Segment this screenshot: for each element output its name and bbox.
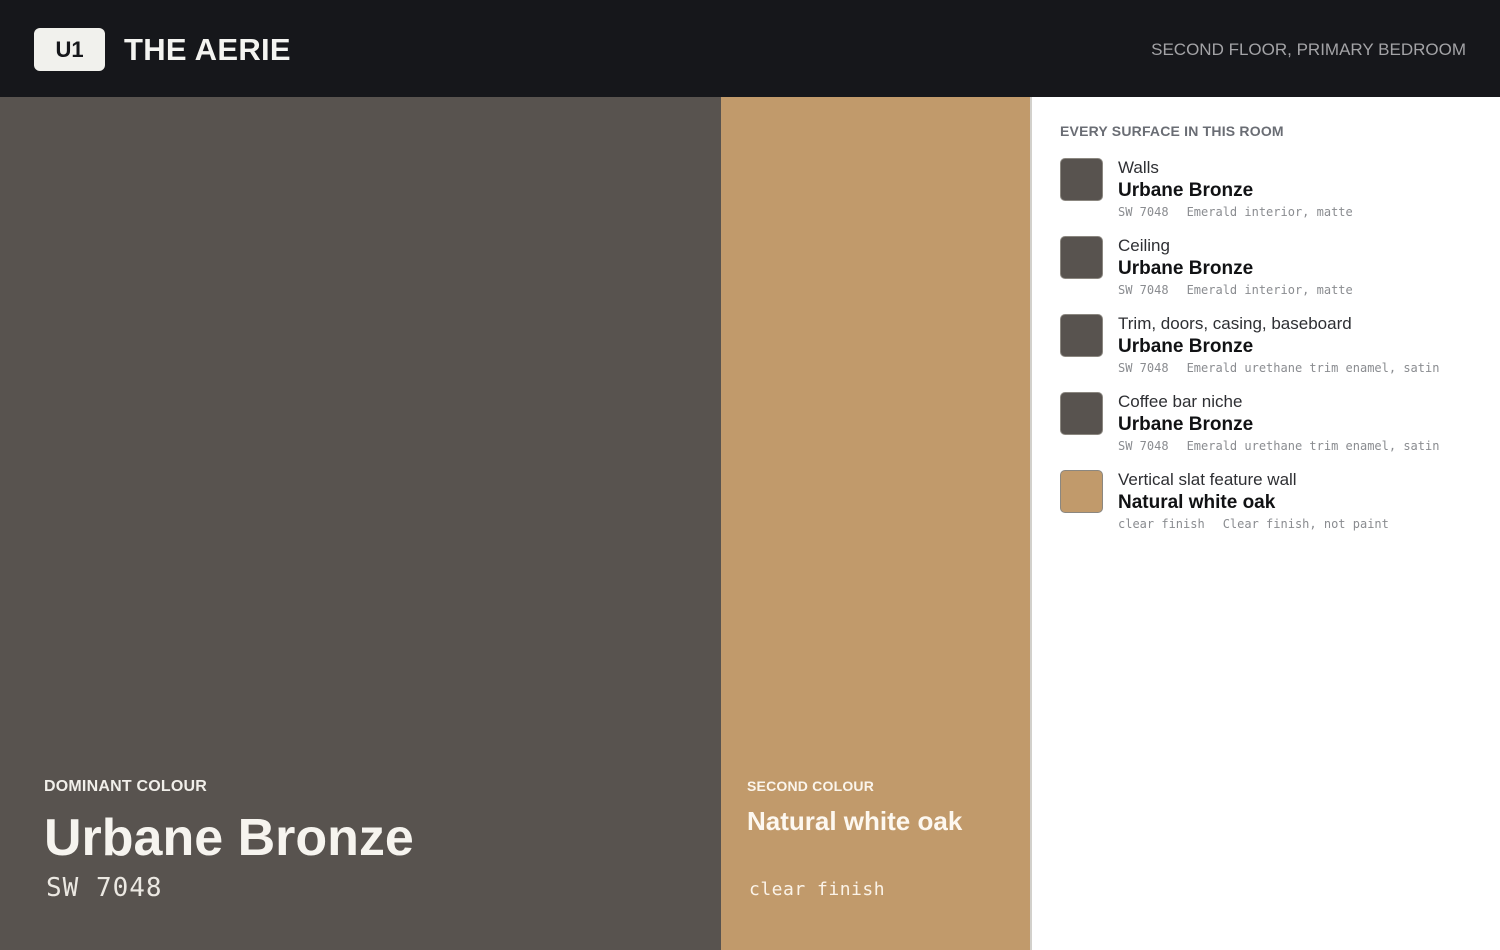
surface-colour-code: SW 7048: [1118, 205, 1169, 219]
header-bar: U1 THE AERIE SECOND FLOOR, PRIMARY BEDRO…: [0, 0, 1500, 97]
second-colour-label: SECOND COLOUR: [747, 778, 875, 794]
surface-colour-code: clear finish: [1118, 517, 1205, 531]
surface-colour-meta: SW 7048 Emerald interior, matte: [1118, 283, 1353, 297]
second-colour-panel: SECOND COLOUR Natural white oak clear fi…: [721, 97, 1030, 950]
unit-badge: U1: [34, 28, 105, 71]
colour-swatch: [1060, 392, 1103, 435]
surface-name: Walls: [1118, 158, 1159, 177]
surface-finish-spec: Emerald urethane trim enamel, satin: [1186, 439, 1440, 453]
surface-colour-name: Urbane Bronze: [1118, 180, 1254, 201]
surface-colour-meta: SW 7048 Emerald urethane trim enamel, sat…: [1118, 439, 1439, 453]
surface-row: Coffee bar niche Urbane Bronze SW 7048 Em…: [1060, 392, 1490, 462]
surface-colour-meta: SW 7048 Emerald urethane trim enamel, sat…: [1118, 361, 1439, 375]
surface-row: Walls Urbane Bronze SW 7048 Emerald inter…: [1060, 158, 1490, 228]
room-name: SECOND FLOOR, PRIMARY BEDROOM: [1151, 40, 1466, 59]
colour-swatch: [1060, 158, 1103, 201]
surface-name: Vertical slat feature wall: [1118, 470, 1297, 489]
dominant-colour-code: SW 7048: [46, 873, 163, 903]
surface-finish-spec: Emerald interior, matte: [1186, 205, 1353, 219]
surface-row: Vertical slat feature wall Natural white…: [1060, 470, 1490, 540]
surface-finish-spec: Emerald urethane trim enamel, satin: [1186, 361, 1440, 375]
second-colour-name: Natural white oak: [747, 806, 963, 836]
surface-name: Ceiling: [1118, 236, 1170, 255]
surface-row: Trim, doors, casing, baseboard Urbane Br…: [1060, 314, 1490, 384]
colour-swatch: [1060, 236, 1103, 279]
surface-finish-spec: Clear finish, not paint: [1222, 517, 1389, 531]
surface-colour-meta: clear finish Clear finish, not paint: [1118, 517, 1389, 531]
surface-colour-name: Urbane Bronze: [1118, 258, 1254, 279]
colour-swatch: [1060, 314, 1103, 357]
home-title: THE AERIE: [124, 32, 291, 67]
surface-finish-spec: Emerald interior, matte: [1186, 283, 1353, 297]
surface-list-heading: EVERY SURFACE IN THIS ROOM: [1060, 123, 1284, 139]
dominant-colour-panel: DOMINANT COLOUR Urbane Bronze SW 7048: [0, 97, 721, 950]
surface-colour-name: Natural white oak: [1118, 492, 1276, 513]
surface-name: Trim, doors, casing, baseboard: [1118, 314, 1352, 333]
panel-divider: [1030, 97, 1032, 950]
surface-colour-name: Urbane Bronze: [1118, 336, 1254, 357]
surface-colour-meta: SW 7048 Emerald interior, matte: [1118, 205, 1353, 219]
dominant-colour-name: Urbane Bronze: [44, 809, 414, 867]
second-colour-code: clear finish: [749, 879, 886, 900]
surface-colour-code: SW 7048: [1118, 439, 1169, 453]
surface-colour-code: SW 7048: [1118, 361, 1169, 375]
colour-swatch: [1060, 470, 1103, 513]
surface-name: Coffee bar niche: [1118, 392, 1243, 411]
dominant-colour-label: DOMINANT COLOUR: [44, 778, 207, 795]
surface-row: Ceiling Urbane Bronze SW 7048 Emerald int…: [1060, 236, 1490, 306]
surface-colour-name: Urbane Bronze: [1118, 414, 1254, 435]
surface-colour-code: SW 7048: [1118, 283, 1169, 297]
